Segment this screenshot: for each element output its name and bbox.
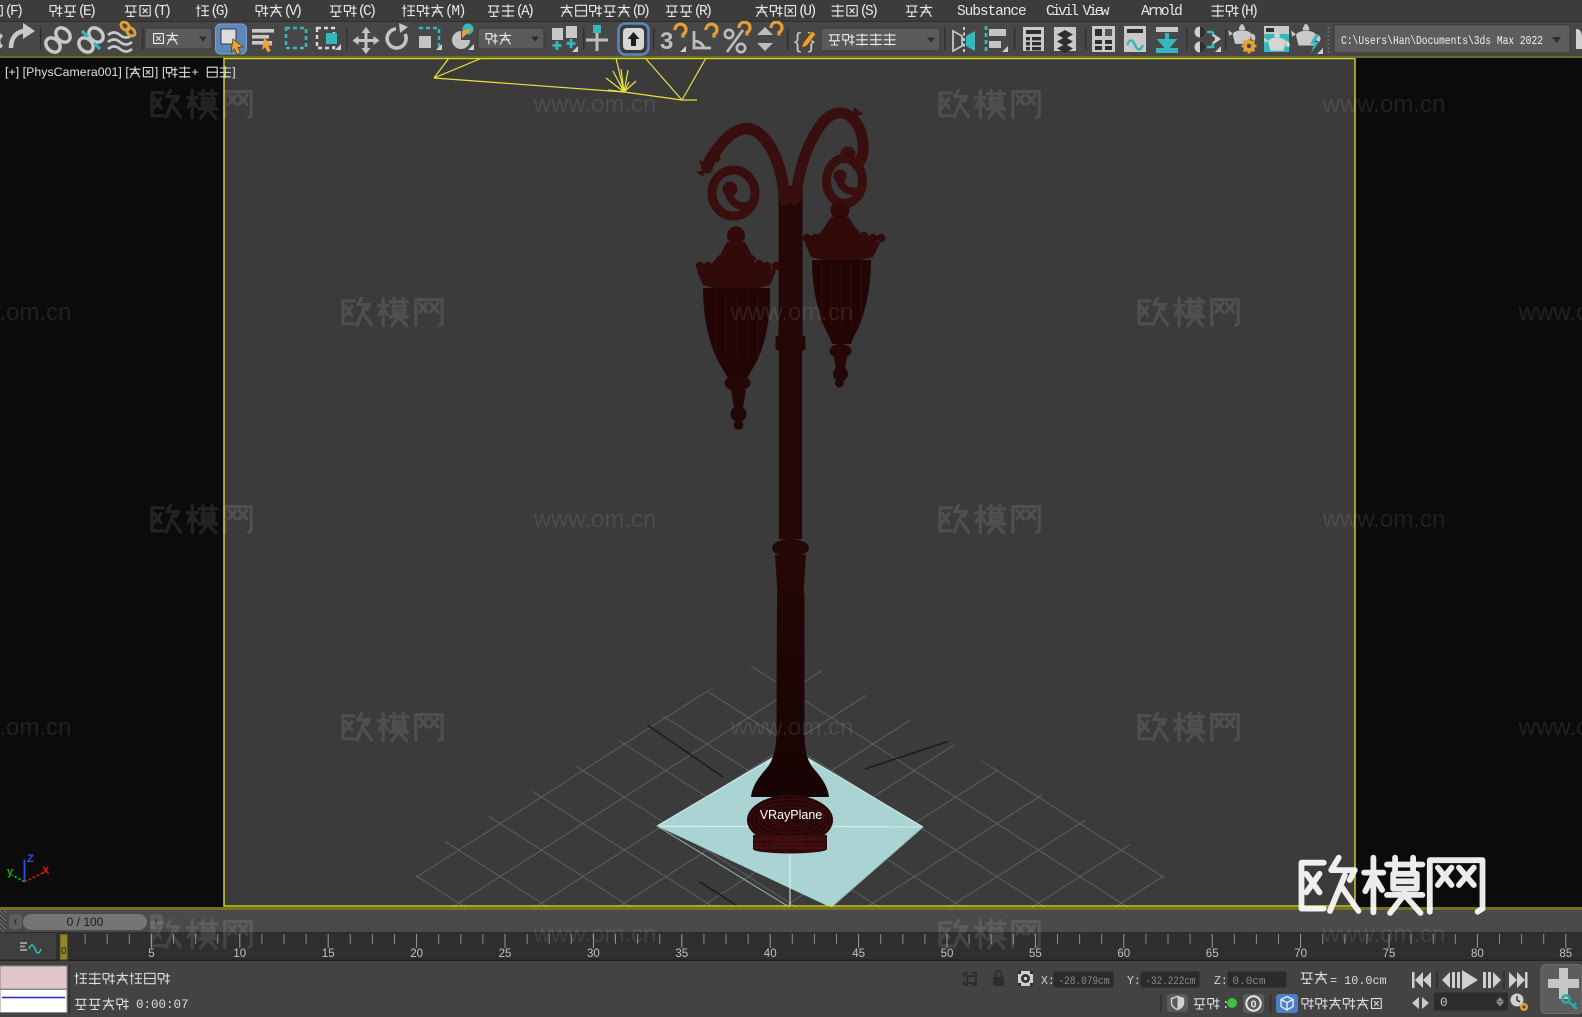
svg-text:[+] [PhysCamera001] [: [+] [PhysCamera001] [	[5, 65, 129, 79]
svg-text:70: 70	[1294, 948, 1307, 960]
svg-text:(G): (G)	[210, 4, 230, 20]
svg-text:10: 10	[233, 948, 246, 960]
svg-text:(T): (T)	[153, 4, 173, 20]
svg-text:60: 60	[1117, 948, 1130, 960]
svg-text:80: 80	[1471, 948, 1484, 960]
svg-text:0: 0	[1440, 996, 1448, 1010]
svg-text:0:00:07: 0:00:07	[136, 998, 189, 1012]
svg-text:+: +	[192, 65, 199, 79]
svg-text:]: ]	[232, 65, 235, 79]
svg-text:85: 85	[1559, 948, 1572, 960]
svg-text:= 10.0cm: = 10.0cm	[1330, 974, 1387, 988]
svg-text:45: 45	[852, 948, 865, 960]
svg-text:0: 0	[1251, 999, 1257, 1011]
svg-text:3: 3	[660, 28, 673, 55]
svg-text:(E): (E)	[78, 4, 98, 20]
svg-text:y: y	[7, 866, 14, 878]
svg-text:50: 50	[941, 948, 954, 960]
svg-text:(H): (H)	[1240, 4, 1260, 20]
svg-text:Substance: Substance	[957, 4, 1027, 20]
svg-text:-28.079cm: -28.079cm	[1059, 976, 1110, 988]
svg-text:] [: ] [	[155, 65, 166, 79]
svg-text:75: 75	[1383, 948, 1396, 960]
svg-text:(D): (D)	[632, 4, 652, 20]
svg-text:(M): (M)	[445, 4, 467, 20]
svg-text:0.0cm: 0.0cm	[1233, 976, 1266, 988]
svg-text:(U): (U)	[798, 4, 818, 20]
svg-text:C:\Users\Han\Documents\3ds Max: C:\Users\Han\Documents\3ds Max 2022	[1341, 34, 1543, 48]
svg-text:X: X	[42, 865, 50, 877]
svg-text:(S): (S)	[860, 4, 880, 20]
svg-text:65: 65	[1206, 948, 1219, 960]
svg-text:20: 20	[410, 948, 423, 960]
svg-text:35: 35	[675, 948, 688, 960]
svg-text:30: 30	[587, 948, 600, 960]
svg-text:(V): (V)	[284, 4, 304, 20]
svg-text:Civil View: Civil View	[1046, 4, 1110, 20]
svg-text:15: 15	[322, 948, 335, 960]
svg-text:(F): (F)	[5, 4, 25, 20]
svg-text:0: 0	[61, 946, 67, 957]
svg-text:Z: Z	[27, 853, 34, 865]
svg-text:Y:: Y:	[1127, 975, 1141, 988]
svg-text:(A): (A)	[516, 4, 536, 20]
svg-text:40: 40	[764, 948, 777, 960]
svg-text:5: 5	[148, 948, 154, 960]
svg-text:VRayPlane: VRayPlane	[760, 808, 823, 822]
svg-text:25: 25	[499, 948, 512, 960]
svg-text:-32.222cm: -32.222cm	[1146, 976, 1196, 988]
svg-text:X:: X:	[1041, 975, 1055, 988]
svg-text:Z:: Z:	[1214, 975, 1228, 988]
svg-text:55: 55	[1029, 948, 1042, 960]
svg-text:(R): (R)	[694, 4, 714, 20]
svg-text:(C): (C)	[358, 4, 378, 20]
svg-text:Arnold: Arnold	[1141, 4, 1183, 20]
